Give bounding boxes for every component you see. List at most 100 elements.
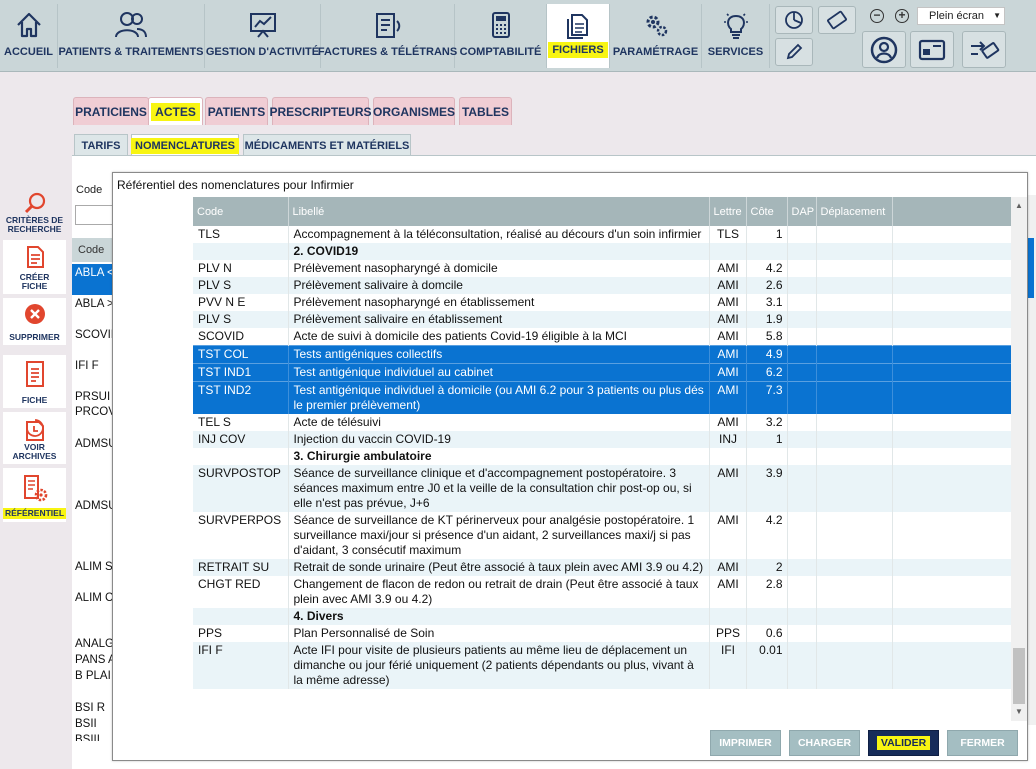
code-filter-input[interactable] <box>75 205 115 225</box>
cell-cote: 4.2 <box>746 260 788 277</box>
cell-code: CHGT RED <box>193 576 289 608</box>
cell-code: PPS <box>193 625 289 642</box>
view-archives-button[interactable]: VOIR ARCHIVES <box>3 412 66 464</box>
fullscreen-select[interactable]: Plein écran ▼ <box>917 7 1005 25</box>
bg-list-item[interactable]: IFI F <box>75 360 115 372</box>
nav-gestion-activite[interactable]: GESTION D'ACTIVITÉ <box>205 4 321 68</box>
bg-list-item[interactable]: ANALG <box>75 638 115 650</box>
subtab-label: TARIFS <box>81 139 121 152</box>
table-row[interactable]: TST COL Tests antigéniques collectifs AMI 4… <box>193 345 1011 364</box>
referential-button[interactable]: RÉFÉRENTIEL <box>2 468 67 522</box>
subtab-medicaments-materiels[interactable]: MÉDICAMENTS ET MATÉRIELS <box>243 134 411 156</box>
scroll-up-icon[interactable]: ▲ <box>1015 201 1023 210</box>
tab-tables[interactable]: TABLES <box>459 97 512 125</box>
bg-list-item[interactable]: ABLA > <box>75 298 115 310</box>
cell-libelle: Acte de télésuivi <box>288 414 710 431</box>
table-row[interactable]: PVV N E Prélèvement nasopharyngé en établ… <box>193 294 1011 311</box>
subtab-tarifs[interactable]: TARIFS <box>74 134 128 156</box>
bg-list-item[interactable]: B PLAI <box>75 670 115 682</box>
cell-empty <box>787 448 817 465</box>
col-header-code[interactable]: Code <box>193 197 289 226</box>
cell-libelle: Acte de suivi à domicile des patients Co… <box>288 328 710 346</box>
cell-code: RETRAIT SU <box>193 559 289 576</box>
tab-actes[interactable]: ACTES <box>148 97 203 125</box>
subtab-nomenclatures[interactable]: NOMENCLATURES <box>131 134 240 156</box>
validate-button[interactable]: VALIDER <box>868 730 939 756</box>
bg-list-item[interactable]: BSIII <box>75 734 115 741</box>
bg-list-item[interactable]: PRSUI <box>75 391 115 403</box>
zoom-in-icon[interactable]: + <box>895 9 909 23</box>
search-criteria-button[interactable]: CRITÈRES DE RECHERCHE <box>3 186 66 237</box>
col-header-cote[interactable]: Côte <box>746 197 788 226</box>
section-row[interactable]: 2. COVID19 <box>193 243 1011 260</box>
load-button[interactable]: CHARGER <box>789 730 860 756</box>
bg-list-item[interactable]: PANS A <box>75 654 115 666</box>
nav-factures-teletrans[interactable]: FACTURES & TÉLÉTRANS <box>318 4 457 68</box>
cell-libelle: Prélèvement nasopharyngé en établissemen… <box>288 294 710 311</box>
pie-chart-button[interactable] <box>775 6 813 34</box>
nav-parametrage[interactable]: PARAMÉTRAGE <box>610 4 702 68</box>
transfer-card-button[interactable] <box>962 31 1006 68</box>
tab-patients[interactable]: PATIENTS <box>205 97 268 125</box>
card-transfer-icon <box>971 40 1000 59</box>
table-row[interactable]: PPS Plan Personnalisé de Soin PPS 0.6 <box>193 625 1011 642</box>
cell-empty <box>892 345 1011 364</box>
col-header-deplacement[interactable]: Déplacement <box>816 197 893 226</box>
zoom-out-icon[interactable]: − <box>870 9 884 23</box>
nav-comptabilite[interactable]: COMPTABILITÉ <box>455 4 547 68</box>
bg-list-item[interactable]: SCOVII <box>75 329 115 341</box>
table-row[interactable]: IFI F Acte IFI pour visite de plusieurs p… <box>193 642 1011 689</box>
nav-services[interactable]: SERVICES <box>702 4 770 68</box>
cell-empty <box>787 243 817 260</box>
create-file-button[interactable]: CRÉER FICHE <box>3 240 66 294</box>
bg-list-item[interactable]: BSI R <box>75 702 115 714</box>
table-row[interactable]: SURVPERPOS Séance de surveillance de KT p… <box>193 512 1011 559</box>
table-row[interactable]: PLV S Prélèvement salivaire à domcile AMI 2… <box>193 277 1011 294</box>
cell-code: TST IND2 <box>193 381 289 414</box>
cell-deplacement <box>816 226 893 243</box>
col-header-libelle[interactable]: Libellé <box>288 197 710 226</box>
table-row[interactable]: TST IND1 Test antigénique individuel au c… <box>193 363 1011 382</box>
bg-list-item[interactable]: ADMSU <box>75 438 115 450</box>
table-row[interactable]: SCOVID Acte de suivi à domicile des patie… <box>193 328 1011 346</box>
close-button[interactable]: FERMER <box>947 730 1018 756</box>
table-row[interactable]: PLV N Prélèvement nasopharyngé à domicile… <box>193 260 1011 277</box>
nav-patients-traitements[interactable]: PATIENTS & TRAITEMENTS <box>58 4 205 68</box>
col-header-dap[interactable]: DAP <box>787 197 817 226</box>
col-header-lettre[interactable]: Lettre <box>709 197 747 226</box>
tab-prescripteurs[interactable]: PRESCRIPTEURS <box>269 97 372 125</box>
tab-praticiens[interactable]: PRATICIENS <box>73 97 149 125</box>
table-row[interactable]: INJ COV Injection du vaccin COVID-19 INJ 1 <box>193 431 1011 448</box>
bg-list-item[interactable]: BSII <box>75 718 115 730</box>
table-row[interactable]: CHGT RED Changement de flacon de redon ou… <box>193 576 1011 608</box>
bg-list-item[interactable]: PRCOV <box>75 406 115 418</box>
card-button[interactable] <box>818 6 856 34</box>
nav-accueil[interactable]: ACCUEIL <box>0 4 58 68</box>
cell-deplacement <box>816 625 893 642</box>
scroll-down-icon[interactable]: ▼ <box>1015 707 1023 716</box>
delete-button[interactable]: SUPPRIMER <box>3 298 66 345</box>
print-button[interactable]: IMPRIMER <box>710 730 781 756</box>
bg-list-item[interactable]: ALIM C <box>75 592 115 604</box>
dialog-scrollbar[interactable]: ▲ ▼ <box>1011 197 1027 721</box>
bg-list-item[interactable]: ADMSU <box>75 500 115 512</box>
table-row[interactable]: TST IND2 Test antigénique individuel à do… <box>193 381 1011 414</box>
bg-list-item[interactable]: ALIM S <box>75 561 115 573</box>
user-account-button[interactable] <box>862 31 906 68</box>
table-row[interactable]: RETRAIT SU Retrait de sonde urinaire (Peu… <box>193 559 1011 576</box>
section-row[interactable]: 4. Divers <box>193 608 1011 625</box>
table-row[interactable]: TLS Accompagnement à la téléconsultation,… <box>193 226 1011 243</box>
nav-fichiers[interactable]: FICHIERS <box>547 4 610 68</box>
cell-libelle: Acte IFI pour visite de plusieurs patien… <box>288 642 710 689</box>
bg-list-item[interactable]: ABLA < <box>75 267 115 279</box>
file-button[interactable]: FICHE <box>3 355 66 408</box>
vitale-card-button[interactable] <box>910 31 954 68</box>
table-row[interactable]: SURVPOSTOP Séance de surveillance cliniqu… <box>193 465 1011 512</box>
tab-organismes[interactable]: ORGANISMES <box>373 97 455 125</box>
files-icon <box>567 14 588 39</box>
dialog-scrollbar-thumb[interactable] <box>1013 648 1025 704</box>
table-row[interactable]: TEL S Acte de télésuivi AMI 3.2 <box>193 414 1011 431</box>
edit-button[interactable] <box>775 38 813 66</box>
section-row[interactable]: 3. Chirurgie ambulatoire <box>193 448 1011 465</box>
table-row[interactable]: PLV S Prélèvement salivaire en établissem… <box>193 311 1011 328</box>
